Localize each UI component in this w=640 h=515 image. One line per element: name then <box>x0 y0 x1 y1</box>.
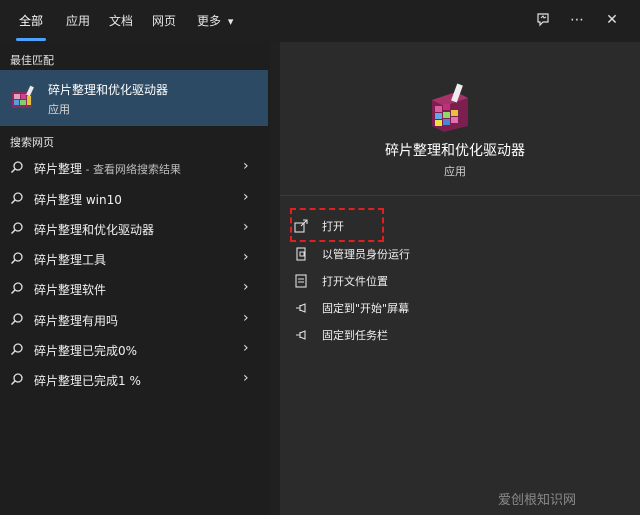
web-search-heading: 搜索网页 <box>10 136 54 149</box>
search-icon <box>10 222 23 235</box>
pin-to-start-label: 固定到"开始"屏幕 <box>322 302 410 315</box>
defrag-app-large-icon <box>432 83 468 132</box>
open-icon <box>294 219 308 233</box>
more-options-icon[interactable]: ⋯ <box>567 10 587 30</box>
search-window: 全部 应用 文档 网页 更多 ▾ ⋯ ✕ 最佳匹配 碎片整理和优化驱动器 应用 … <box>0 0 640 515</box>
pin-icon <box>296 303 306 313</box>
defrag-app-icon <box>12 85 34 108</box>
divider <box>280 195 640 196</box>
tab-web[interactable]: 网页 <box>152 12 176 29</box>
chevron-right-icon: › <box>243 370 249 386</box>
chevron-right-icon: › <box>243 189 249 205</box>
web-result-text: 碎片整理 <box>34 162 83 176</box>
chevron-right-icon: › <box>243 279 249 295</box>
pin-to-start-action[interactable]: 固定到"开始"屏幕 <box>294 297 594 319</box>
file-location-icon <box>295 274 307 288</box>
web-result-suffix: - 查看网络搜索结果 <box>82 163 181 176</box>
search-icon <box>10 343 23 356</box>
web-result-text: 碎片整理 win10 <box>34 193 122 207</box>
close-icon[interactable]: ✕ <box>602 10 622 30</box>
preview-panel: 碎片整理和优化驱动器 应用 打开 以管理员身份运行 打开文件位置 固定到"开始"… <box>280 42 640 515</box>
chevron-right-icon: › <box>243 158 249 174</box>
chevron-right-icon: › <box>243 340 249 356</box>
tab-all-underline <box>16 38 46 41</box>
search-icon <box>10 192 23 205</box>
search-icon <box>10 161 23 174</box>
top-bar: 全部 应用 文档 网页 更多 ▾ ⋯ ✕ <box>0 0 640 42</box>
web-result-item[interactable]: 碎片整理有用吗 › <box>0 305 268 335</box>
web-result-item[interactable]: 碎片整理 win10 › <box>0 184 268 214</box>
chevron-right-icon: › <box>243 249 249 265</box>
app-title: 碎片整理和优化驱动器 <box>385 143 525 159</box>
tab-apps[interactable]: 应用 <box>66 12 90 29</box>
pin-icon <box>296 330 306 340</box>
web-result-text: 碎片整理软件 <box>34 283 107 297</box>
web-result-item[interactable]: 碎片整理 - 查看网络搜索结果 › <box>0 153 268 183</box>
open-action[interactable]: 打开 <box>294 215 594 237</box>
search-icon <box>10 373 23 386</box>
web-result-text: 碎片整理工具 <box>34 253 107 267</box>
run-as-admin-label: 以管理员身份运行 <box>322 248 410 261</box>
run-as-admin-action[interactable]: 以管理员身份运行 <box>294 243 594 265</box>
web-result-text: 碎片整理已完成1 % <box>34 374 141 388</box>
best-match-item[interactable]: 碎片整理和优化驱动器 应用 <box>0 70 268 126</box>
chevron-right-icon: › <box>243 219 249 235</box>
tab-documents[interactable]: 文档 <box>109 12 133 29</box>
web-result-item[interactable]: 碎片整理已完成1 % › <box>0 365 268 395</box>
tab-all[interactable]: 全部 <box>19 12 43 29</box>
pin-to-taskbar-action[interactable]: 固定到任务栏 <box>294 324 594 346</box>
web-result-item[interactable]: 碎片整理工具 › <box>0 244 268 274</box>
search-icon <box>10 282 23 295</box>
app-subtitle: 应用 <box>444 165 466 178</box>
chevron-down-icon: ▾ <box>227 15 234 28</box>
best-match-heading: 最佳匹配 <box>10 54 54 67</box>
web-result-item[interactable]: 碎片整理已完成0% › <box>0 335 268 365</box>
shield-icon <box>296 247 306 261</box>
pin-to-taskbar-label: 固定到任务栏 <box>322 329 388 342</box>
web-result-item[interactable]: 碎片整理软件 › <box>0 274 268 304</box>
web-result-text: 碎片整理有用吗 <box>34 314 119 328</box>
feedback-icon[interactable] <box>533 10 553 30</box>
best-match-title: 碎片整理和优化驱动器 <box>48 83 169 97</box>
search-icon <box>10 313 23 326</box>
open-file-location-action[interactable]: 打开文件位置 <box>294 270 594 292</box>
open-file-location-label: 打开文件位置 <box>322 275 388 288</box>
feedback-glyph <box>537 13 549 27</box>
search-icon <box>10 252 23 265</box>
chevron-right-icon: › <box>243 310 249 326</box>
web-result-text: 碎片整理和优化驱动器 <box>34 223 155 237</box>
watermark: 爱创根知识网 <box>498 493 577 508</box>
open-label: 打开 <box>322 220 344 233</box>
results-panel: 最佳匹配 碎片整理和优化驱动器 应用 搜索网页 碎片整理 - 查看网络搜索结果 … <box>0 42 270 515</box>
best-match-subtitle: 应用 <box>48 103 70 116</box>
web-result-label: 碎片整理 - 查看网络搜索结果 <box>34 160 181 177</box>
tab-more[interactable]: 更多 ▾ <box>197 12 233 29</box>
web-result-text: 碎片整理已完成0% <box>34 344 138 358</box>
tab-more-label: 更多 <box>197 14 222 28</box>
web-result-item[interactable]: 碎片整理和优化驱动器 › <box>0 214 268 244</box>
